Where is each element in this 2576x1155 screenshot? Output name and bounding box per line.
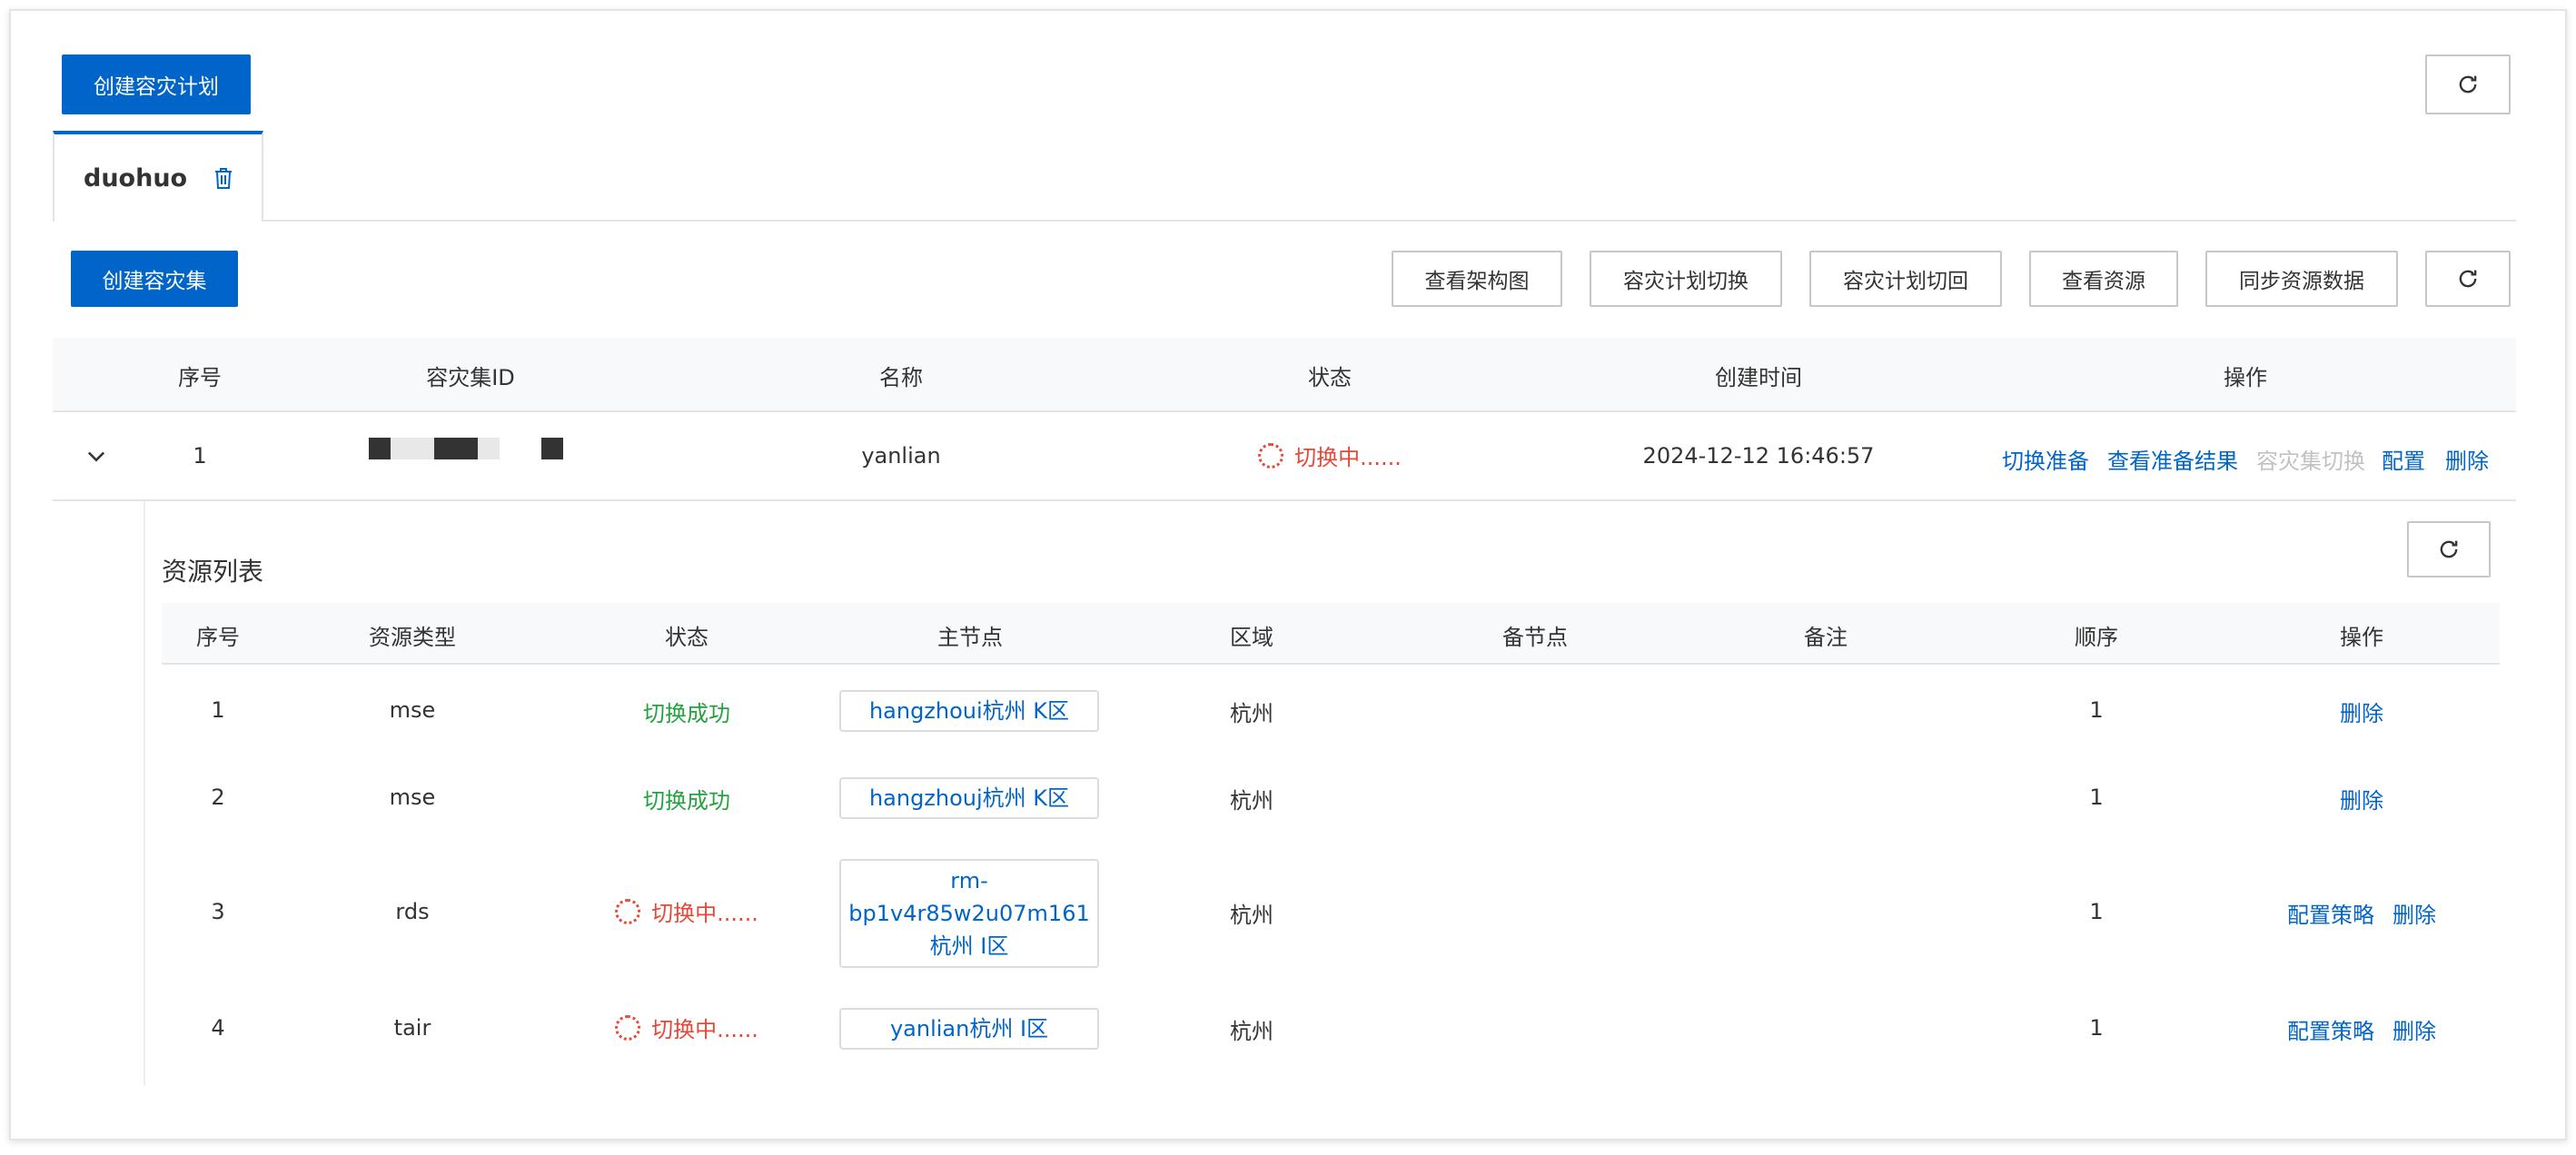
- delete-resource-link[interactable]: 删除: [2393, 1013, 2436, 1045]
- view-architecture-button[interactable]: 查看架构图: [1392, 251, 1562, 307]
- col-set-id: 容灾集ID: [426, 365, 515, 390]
- resource-order: 1: [2089, 697, 2104, 723]
- refresh-icon: [2440, 540, 2458, 558]
- rcol-actions: 操作: [2340, 625, 2383, 650]
- prepare-switch-link[interactable]: 切换准备: [2002, 443, 2089, 475]
- primary-node-link[interactable]: rm- bp1v4r85w2u07m161 杭州 I区: [839, 859, 1099, 968]
- set-status: 切换中......: [1258, 439, 1402, 471]
- delete-resource-link[interactable]: 删除: [2340, 783, 2383, 814]
- resource-status: 切换中......: [615, 895, 758, 927]
- resource-order: 1: [2089, 1015, 2104, 1041]
- rcol-index: 序号: [196, 625, 240, 650]
- rcol-status: 状态: [665, 625, 708, 650]
- tab-label: duohuo: [84, 163, 188, 192]
- resource-list-title: 资源列表: [162, 557, 264, 587]
- rcol-remark: 备注: [1804, 625, 1848, 650]
- chevron-down-icon[interactable]: [84, 443, 109, 469]
- resource-index: 2: [211, 785, 225, 810]
- col-created: 创建时间: [1715, 365, 1802, 390]
- resource-region: 杭州: [1230, 1019, 1273, 1044]
- tab-plan-duohuo[interactable]: duohuo: [53, 131, 263, 222]
- set-index: 1: [193, 443, 207, 469]
- create-plan-button[interactable]: 创建容灾计划: [62, 54, 251, 114]
- rcol-region: 区域: [1230, 625, 1273, 650]
- sync-resources-button[interactable]: 同步资源数据: [2205, 251, 2398, 307]
- rcol-primary: 主节点: [937, 625, 1003, 650]
- rcol-standby: 备节点: [1502, 625, 1568, 650]
- configure-policy-link[interactable]: 配置策略: [2287, 897, 2374, 929]
- resource-index: 4: [211, 1015, 225, 1041]
- loading-spinner-icon: [615, 898, 641, 924]
- switchback-plan-button[interactable]: 容灾计划切回: [1809, 251, 2002, 307]
- resource-status: 切换成功: [643, 701, 730, 726]
- col-name: 名称: [879, 365, 923, 390]
- resource-order: 1: [2089, 899, 2104, 924]
- refresh-icon: [2459, 75, 2477, 94]
- refresh-resources-button[interactable]: [2407, 521, 2491, 578]
- resource-type: mse: [389, 785, 436, 810]
- resource-index: 1: [211, 697, 225, 723]
- resource-status: 切换中......: [615, 1012, 758, 1043]
- delete-resource-link[interactable]: 删除: [2340, 696, 2383, 727]
- resource-region: 杭州: [1230, 788, 1273, 814]
- resource-table-header: [162, 603, 2500, 665]
- primary-node-link[interactable]: hangzhoui杭州 K区: [839, 690, 1099, 732]
- refresh-page-button[interactable]: [2425, 54, 2511, 114]
- resource-status: 切换成功: [643, 788, 730, 814]
- resource-order: 1: [2089, 785, 2104, 810]
- set-name: yanlian: [861, 443, 941, 469]
- rcol-order: 顺序: [2075, 625, 2118, 650]
- primary-node-link[interactable]: hangzhouj杭州 K区: [839, 777, 1099, 819]
- trash-icon[interactable]: [213, 165, 234, 191]
- switch-plan-button[interactable]: 容灾计划切换: [1590, 251, 1782, 307]
- rcol-type: 资源类型: [369, 625, 456, 650]
- tab-divider: [263, 220, 2516, 222]
- resource-region: 杭州: [1230, 701, 1273, 726]
- set-created-time: 2024-12-12 16:46:57: [1642, 443, 1875, 469]
- col-index: 序号: [178, 365, 222, 390]
- col-actions: 操作: [2224, 365, 2267, 390]
- resource-index: 3: [211, 899, 225, 924]
- resource-region: 杭州: [1230, 903, 1273, 928]
- loading-spinner-icon: [1258, 442, 1284, 469]
- resource-panel: [144, 501, 2516, 1086]
- create-set-button[interactable]: 创建容灾集: [71, 251, 238, 307]
- configure-policy-link[interactable]: 配置策略: [2287, 1013, 2374, 1045]
- delete-resource-link[interactable]: 删除: [2393, 897, 2436, 929]
- set-switch-link: 容灾集切换: [2256, 449, 2365, 474]
- resource-type: tair: [393, 1015, 431, 1041]
- resource-type: rds: [395, 899, 430, 924]
- loading-spinner-icon: [615, 1014, 641, 1041]
- col-status: 状态: [1308, 365, 1352, 390]
- set-table-header: [53, 338, 2516, 412]
- view-prepare-result-link[interactable]: 查看准备结果: [2107, 443, 2238, 475]
- refresh-icon: [2459, 270, 2477, 288]
- view-resources-button[interactable]: 查看资源: [2029, 251, 2178, 307]
- configure-link[interactable]: 配置: [2382, 443, 2425, 475]
- delete-set-link[interactable]: 删除: [2445, 443, 2489, 475]
- resource-type: mse: [389, 697, 436, 723]
- refresh-sets-button[interactable]: [2425, 251, 2511, 307]
- primary-node-link[interactable]: yanlian杭州 I区: [839, 1008, 1099, 1050]
